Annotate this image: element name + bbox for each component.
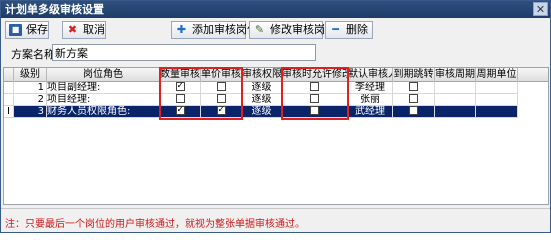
cell-level: 3 — [14, 106, 47, 118]
delete-button[interactable]: ━ 删除 — [325, 21, 373, 39]
expire-jump-checkbox[interactable] — [409, 106, 418, 115]
cell-level: 1 — [14, 82, 47, 94]
header-cycle-unit[interactable]: 周期单位 — [476, 68, 518, 82]
cell-cycle[interactable] — [435, 82, 476, 94]
edit-icon: ✎ — [254, 23, 265, 36]
cell-expire-jump — [393, 82, 435, 94]
header-permission[interactable]: 审核权限 — [242, 68, 282, 82]
grid-header: 级别 岗位角色 数量审核 单价审核 审核权限 审核时允许修改 默认审核人 到期跳… — [4, 68, 548, 82]
cell-cycle-unit[interactable] — [476, 82, 518, 94]
add-position-button[interactable]: ✚ 添加审核岗位 — [171, 21, 258, 39]
cell-expire-jump — [393, 106, 435, 118]
edit-position-button[interactable]: ✎ 修改审核岗位 — [249, 21, 336, 39]
header-expire-jump[interactable]: 到期跳转 — [393, 68, 435, 82]
floppy-icon: ■ — [9, 24, 22, 36]
toolbar: ■ 保存 ✖ 取消 ✚ 添加审核岗位 ✎ 修改审核岗位 ━ 删除 — [1, 19, 550, 41]
footer-note: 注：只要最后一个岗位的用户审核通过，就视为整张单据审核通过。 — [5, 219, 305, 230]
cell-default-auditor[interactable]: 武经理 — [348, 106, 393, 118]
highlight-box-modify-column — [281, 67, 349, 120]
scheme-name-input[interactable] — [52, 44, 316, 61]
cell-role[interactable]: 项目副经理: — [47, 82, 160, 94]
row-indicator: I — [4, 106, 14, 118]
plus-icon: ✚ — [176, 23, 187, 36]
x-icon: ✖ — [67, 23, 78, 36]
cell-cycle-unit[interactable] — [476, 106, 518, 118]
window-title: 计划单多级审核设置 — [5, 3, 104, 16]
footer: 注：只要最后一个岗位的用户审核通过，就视为整张单据审核通过。 — [1, 208, 550, 232]
row-indicator — [4, 94, 14, 106]
header-level[interactable]: 级别 — [14, 68, 47, 82]
row-indicator — [4, 82, 14, 94]
cell-default-auditor[interactable]: 张丽 — [348, 94, 393, 106]
save-button-label: 保存 — [26, 23, 48, 36]
header-default-auditor[interactable]: 默认审核人 — [348, 68, 393, 82]
expire-jump-checkbox[interactable] — [409, 94, 418, 103]
cell-cycle[interactable] — [435, 94, 476, 106]
audit-grid: 级别 岗位角色 数量审核 单价审核 审核权限 审核时允许修改 默认审核人 到期跳… — [3, 67, 549, 205]
delete-button-label: 删除 — [346, 23, 368, 36]
expire-jump-checkbox[interactable] — [409, 82, 418, 91]
table-row-selected[interactable]: I 3 财务人员权限角色: ✓ ✓ 逐级 武经理 — [4, 106, 548, 118]
cell-permission[interactable]: 逐级 — [242, 82, 282, 94]
cell-default-auditor[interactable]: 李经理 — [348, 82, 393, 94]
scheme-name-row: 方案名称 — [1, 44, 550, 62]
header-role[interactable]: 岗位角色 — [47, 68, 160, 82]
table-row[interactable]: 2 项目经理: 逐级 张丽 — [4, 94, 548, 106]
cancel-button[interactable]: ✖ 取消 — [62, 21, 106, 39]
close-button[interactable]: ✕ — [533, 2, 548, 16]
cell-role[interactable]: 项目经理: — [47, 94, 160, 106]
dialog-window: 计划单多级审核设置 ✕ ■ 保存 ✖ 取消 ✚ 添加审核岗位 ✎ 修改审核岗位 … — [0, 0, 551, 233]
header-indicator — [4, 68, 14, 82]
cell-permission[interactable]: 逐级 — [242, 106, 282, 118]
table-row[interactable]: 1 项目副经理: ✓ 逐级 李经理 — [4, 82, 548, 94]
close-icon: ✕ — [535, 3, 546, 16]
cell-role[interactable]: 财务人员权限角色: — [47, 106, 160, 118]
cell-permission[interactable]: 逐级 — [242, 94, 282, 106]
highlight-box-audit-columns — [159, 67, 243, 120]
scheme-name-label: 方案名称 — [11, 48, 55, 61]
cell-expire-jump — [393, 94, 435, 106]
save-button[interactable]: ■ 保存 — [5, 21, 49, 39]
header-cycle[interactable]: 审核周期 — [435, 68, 476, 82]
minus-icon: ━ — [332, 23, 339, 36]
cell-cycle[interactable] — [435, 106, 476, 118]
cell-cycle-unit[interactable] — [476, 94, 518, 106]
cancel-button-label: 取消 — [83, 23, 105, 36]
cell-level: 2 — [14, 94, 47, 106]
title-bar: 计划单多级审核设置 ✕ — [1, 1, 550, 18]
